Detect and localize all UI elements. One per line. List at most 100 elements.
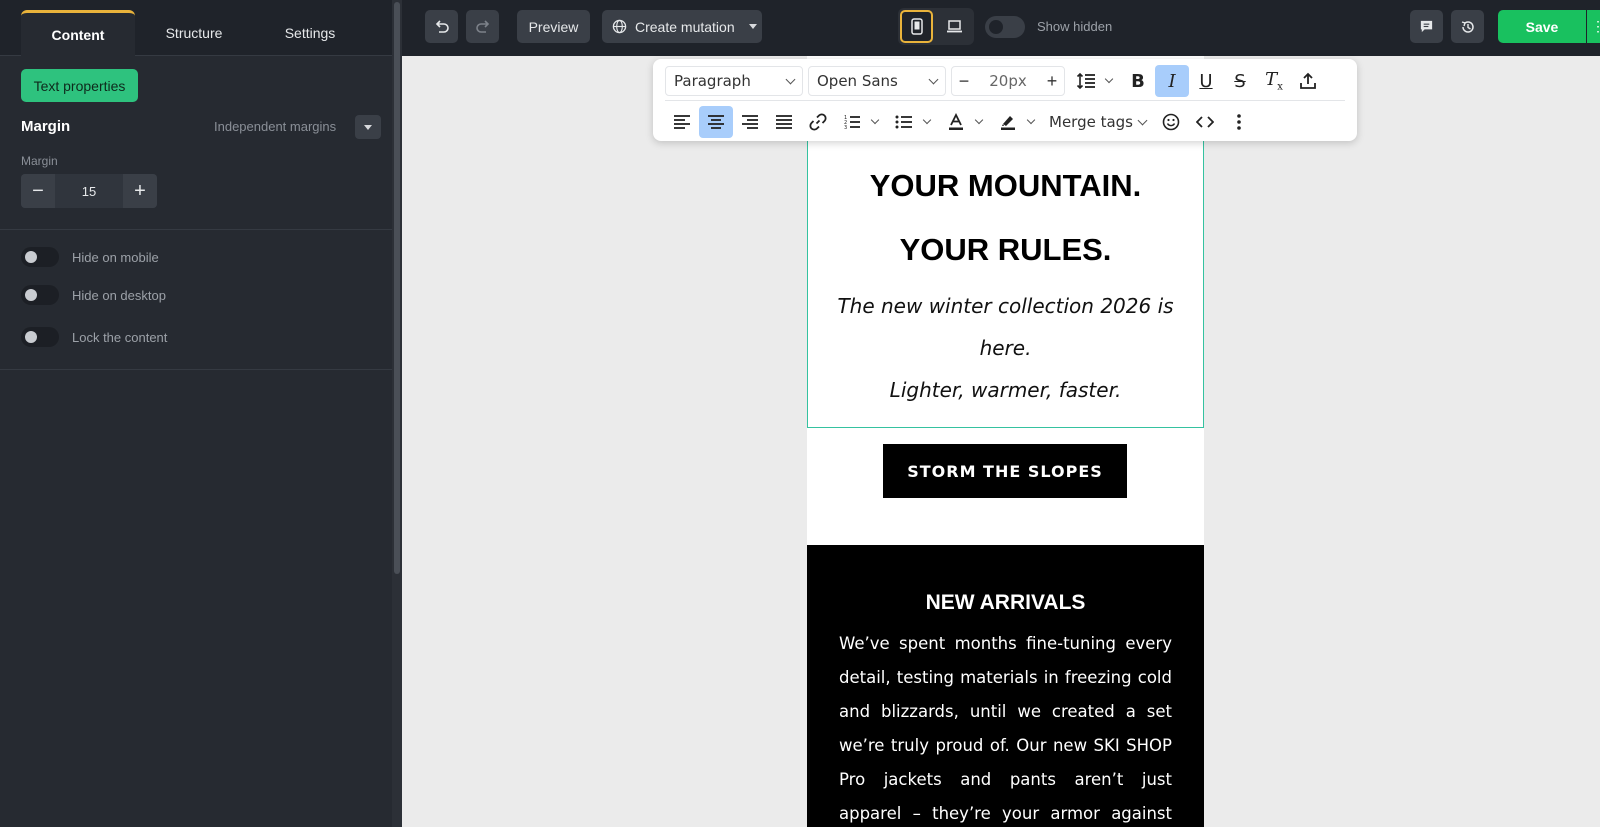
create-mutation-button[interactable]: Create mutation bbox=[602, 10, 762, 43]
font-family-select[interactable]: Open Sans bbox=[808, 66, 946, 96]
link-icon bbox=[809, 113, 827, 131]
highlight-color-dropdown[interactable] bbox=[1025, 106, 1037, 138]
text-properties-button[interactable]: Text properties bbox=[21, 69, 138, 102]
bullet-list-dropdown[interactable] bbox=[921, 106, 933, 138]
margin-stepper: − 15 + bbox=[21, 174, 157, 208]
link-button[interactable] bbox=[801, 106, 835, 138]
line-height-icon bbox=[1076, 72, 1095, 90]
font-size-input[interactable]: 20px bbox=[976, 72, 1040, 90]
chevron-down-icon bbox=[1104, 74, 1114, 84]
clear-formatting-button[interactable]: Tx bbox=[1257, 65, 1291, 97]
chevron-down-icon bbox=[974, 115, 984, 125]
mobile-icon bbox=[910, 18, 923, 35]
toggle-label: Hide on mobile bbox=[72, 249, 159, 265]
undo-button[interactable] bbox=[425, 10, 458, 43]
save-options-button[interactable]: ⋮ bbox=[1587, 10, 1600, 43]
merge-tags-label: Merge tags bbox=[1049, 113, 1134, 131]
subheadline-line-2[interactable]: here. bbox=[807, 336, 1204, 360]
ordered-list-dropdown[interactable] bbox=[869, 106, 881, 138]
margin-mode-dropdown[interactable] bbox=[355, 115, 381, 139]
body-copy[interactable]: We’ve spent months fine-tuning every det… bbox=[839, 627, 1172, 827]
redo-button[interactable] bbox=[466, 10, 499, 43]
font-size-control: − 20px + bbox=[951, 66, 1065, 96]
ordered-list-button[interactable]: 123 bbox=[835, 106, 869, 138]
hide-on-mobile-toggle[interactable] bbox=[21, 247, 59, 267]
toggle-label: Lock the content bbox=[72, 329, 168, 345]
underline-icon: U bbox=[1199, 70, 1213, 92]
top-toolbar: Preview Create mutation Show hidden Save… bbox=[402, 0, 1600, 56]
line-height-button[interactable] bbox=[1069, 65, 1103, 97]
upload-button[interactable] bbox=[1291, 65, 1325, 97]
upload-icon bbox=[1300, 72, 1316, 89]
scroll-thumb[interactable] bbox=[394, 2, 400, 574]
caret-down-icon bbox=[748, 24, 757, 29]
show-hidden-toggle[interactable] bbox=[985, 16, 1025, 38]
block-type-select[interactable]: Paragraph bbox=[665, 66, 803, 96]
margin-increment-button[interactable]: + bbox=[123, 174, 157, 208]
align-right-button[interactable] bbox=[733, 106, 767, 138]
font-size-increase-button[interactable]: + bbox=[1040, 71, 1064, 92]
align-center-icon bbox=[708, 115, 724, 129]
bullet-list-button[interactable] bbox=[887, 106, 921, 138]
tab-settings[interactable]: Settings bbox=[253, 10, 367, 56]
clear-format-icon: Tx bbox=[1265, 69, 1283, 93]
bold-icon: B bbox=[1131, 70, 1145, 92]
align-justify-button[interactable] bbox=[767, 106, 801, 138]
highlight-color-button[interactable] bbox=[991, 106, 1025, 138]
align-center-button[interactable] bbox=[699, 106, 733, 138]
toggle-row-hide-desktop: Hide on desktop bbox=[21, 285, 166, 305]
comments-button[interactable] bbox=[1410, 10, 1443, 43]
undo-icon bbox=[435, 19, 449, 33]
chevron-down-icon bbox=[928, 74, 939, 84]
create-mutation-label: Create mutation bbox=[635, 18, 735, 35]
divider bbox=[0, 229, 392, 230]
underline-button[interactable]: U bbox=[1189, 65, 1223, 97]
chevron-down-icon bbox=[1137, 115, 1148, 125]
more-vertical-icon bbox=[1237, 114, 1241, 130]
text-color-button[interactable] bbox=[939, 106, 973, 138]
tab-content[interactable]: Content bbox=[21, 10, 135, 56]
tab-structure[interactable]: Structure bbox=[137, 10, 251, 56]
history-button[interactable] bbox=[1451, 10, 1484, 43]
strikethrough-button[interactable]: S bbox=[1223, 65, 1257, 97]
headline-line-2[interactable]: YOUR RULES. bbox=[807, 232, 1204, 268]
lock-content-toggle[interactable] bbox=[21, 327, 59, 347]
text-color-dropdown[interactable] bbox=[973, 106, 985, 138]
panel-scrollbar[interactable] bbox=[392, 0, 402, 827]
save-button[interactable]: Save bbox=[1498, 10, 1586, 43]
code-view-button[interactable] bbox=[1188, 106, 1222, 138]
hide-on-desktop-toggle[interactable] bbox=[21, 285, 59, 305]
chevron-down-icon bbox=[922, 115, 932, 125]
desktop-view-button[interactable] bbox=[938, 10, 971, 43]
font-size-decrease-button[interactable]: − bbox=[952, 71, 976, 92]
italic-button[interactable]: I bbox=[1155, 65, 1189, 97]
mobile-view-button[interactable] bbox=[900, 10, 933, 43]
rte-row-1: Paragraph Open Sans − 20px + B I U S Tx bbox=[665, 65, 1325, 97]
cta-button[interactable]: STORM THE SLOPES bbox=[883, 444, 1127, 498]
align-left-button[interactable] bbox=[665, 106, 699, 138]
toggle-knob bbox=[25, 289, 37, 301]
minus-icon: − bbox=[32, 179, 44, 202]
svg-text:3: 3 bbox=[844, 125, 847, 130]
margin-value-input[interactable]: 15 bbox=[55, 174, 123, 208]
margin-mode-label: Independent margins bbox=[214, 119, 337, 134]
chevron-down-icon bbox=[1026, 115, 1036, 125]
subheadline-line-1[interactable]: The new winter collection 2026 is bbox=[807, 294, 1204, 318]
font-family-value: Open Sans bbox=[817, 72, 898, 90]
bold-button[interactable]: B bbox=[1121, 65, 1155, 97]
margin-decrement-button[interactable]: − bbox=[21, 174, 55, 208]
bullet-list-icon bbox=[895, 115, 912, 129]
more-vertical-icon: ⋮ bbox=[1591, 18, 1600, 34]
rich-text-toolbar: Paragraph Open Sans − 20px + B I U S Tx bbox=[653, 59, 1357, 141]
line-height-dropdown[interactable] bbox=[1103, 65, 1115, 97]
emoji-icon bbox=[1162, 113, 1180, 131]
panel-tabs: Content Structure Settings bbox=[0, 0, 402, 56]
headline-line-1[interactable]: YOUR MOUNTAIN. bbox=[807, 168, 1204, 204]
merge-tags-dropdown[interactable]: Merge tags bbox=[1049, 113, 1148, 131]
subheadline-line-3[interactable]: Lighter, warmer, faster. bbox=[807, 378, 1204, 402]
emoji-button[interactable] bbox=[1154, 106, 1188, 138]
more-options-button[interactable] bbox=[1222, 106, 1256, 138]
section-title[interactable]: NEW ARRIVALS bbox=[807, 591, 1204, 615]
toggle-label: Hide on desktop bbox=[72, 287, 166, 303]
preview-button[interactable]: Preview bbox=[517, 10, 590, 43]
